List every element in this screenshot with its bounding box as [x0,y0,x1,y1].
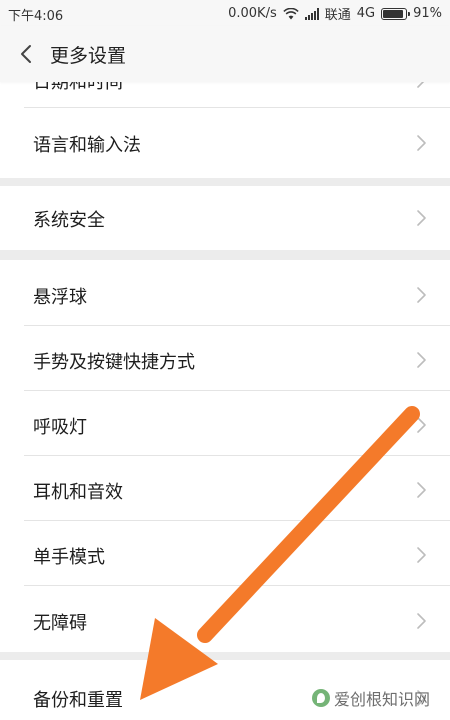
settings-item-label: 呼吸灯 [33,417,87,438]
chevron-right-icon [416,415,428,435]
watermark-text: 爱创根知识网 [333,690,430,709]
settings-item-language-input[interactable]: 语言和输入法 [0,108,450,178]
settings-item-label: 单手模式 [33,547,105,568]
settings-list[interactable]: 日期和时间 语言和输入法 系统安全 悬浮球 手势及按键快捷方式 呼吸灯 耳机和音… [0,82,450,720]
network-speed: 0.00K/s [228,6,277,21]
back-arrow-icon[interactable] [14,40,38,68]
battery-percent: 91% [413,6,442,21]
settings-item-label: 悬浮球 [33,287,87,308]
status-bar: 下午4:06 0.00K/s 联通 4G 91% [0,0,450,26]
settings-item-accessibility[interactable]: 无障碍 [0,586,450,652]
chevron-right-icon [416,82,428,90]
app-header: 更多设置 [0,26,450,82]
settings-item-headphones-audio[interactable]: 耳机和音效 [0,456,450,521]
chevron-right-icon [416,611,428,631]
wifi-icon [283,7,299,20]
settings-item-gesture-shortcuts[interactable]: 手势及按键快捷方式 [0,326,450,391]
battery-icon [381,7,411,20]
settings-item-label: 耳机和音效 [33,482,123,503]
settings-item-label: 语言和输入法 [33,135,141,156]
settings-item-label: 备份和重置 [33,690,123,711]
chevron-right-icon [416,208,428,228]
chevron-right-icon [416,350,428,370]
settings-item-label: 日期和时间 [33,82,123,93]
watermark-logo-icon [311,689,330,707]
watermark: 爱创根知识网 [311,686,430,710]
signal-icon [304,7,319,20]
settings-item-label: 系统安全 [33,210,105,231]
settings-item-breathing-light[interactable]: 呼吸灯 [0,391,450,456]
settings-item-date-time[interactable]: 日期和时间 [0,82,450,108]
status-indicators: 0.00K/s 联通 4G 91% [228,4,442,23]
chevron-right-icon [416,480,428,500]
page-title: 更多设置 [50,45,127,67]
settings-item-label: 无障碍 [33,613,87,634]
status-time: 下午4:06 [8,9,64,24]
settings-item-system-security[interactable]: 系统安全 [0,186,450,250]
network-type: 4G [356,6,376,21]
chevron-right-icon [416,545,428,565]
chevron-right-icon [416,285,428,305]
chevron-right-icon [416,133,428,153]
settings-item-label: 手势及按键快捷方式 [33,352,195,373]
settings-item-floating-ball[interactable]: 悬浮球 [0,260,450,326]
settings-item-one-handed-mode[interactable]: 单手模式 [0,521,450,586]
carrier-name: 联通 [324,8,351,23]
battery-fill [383,9,403,18]
